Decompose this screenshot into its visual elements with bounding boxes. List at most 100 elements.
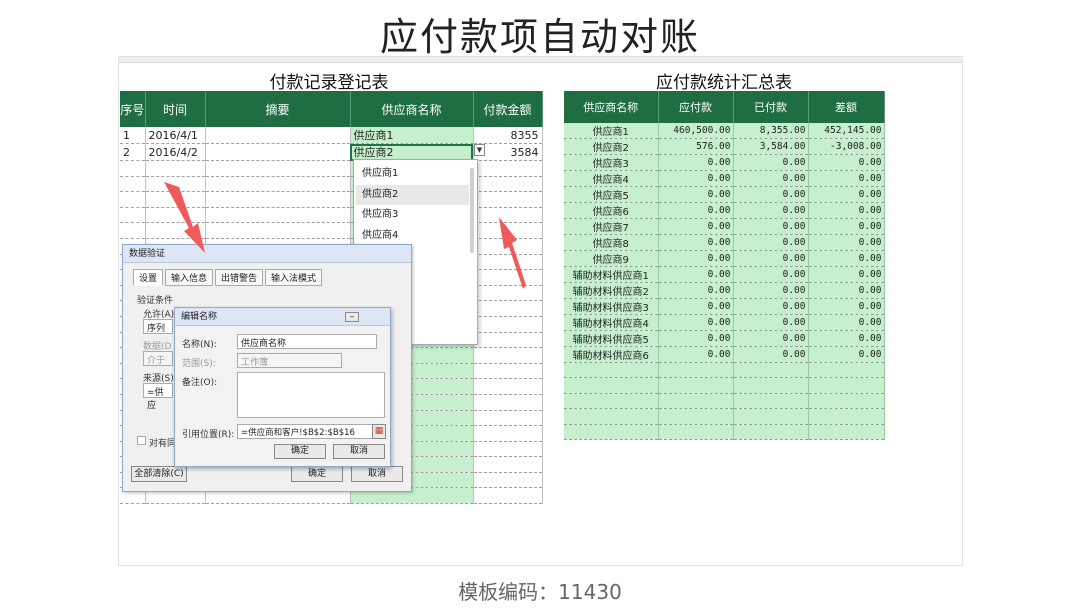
cell[interactable]: 0.00 <box>733 202 809 219</box>
cell[interactable]: 0.00 <box>808 186 885 203</box>
cell[interactable]: 0.00 <box>658 218 734 235</box>
cell[interactable] <box>733 377 809 394</box>
cell[interactable] <box>808 424 885 440</box>
minimize-icon[interactable]: – <box>345 312 359 322</box>
cell[interactable] <box>473 363 543 380</box>
cell[interactable]: 0.00 <box>733 250 809 267</box>
cell[interactable]: 0.00 <box>733 314 809 331</box>
cell[interactable]: 0.00 <box>808 154 885 171</box>
cell[interactable] <box>808 377 885 394</box>
cell[interactable] <box>205 222 351 239</box>
cell[interactable] <box>120 222 146 239</box>
cell[interactable] <box>473 238 543 255</box>
cell[interactable] <box>733 424 809 440</box>
cell[interactable]: 供应商8 <box>564 234 659 251</box>
cell[interactable] <box>120 207 146 224</box>
cell[interactable]: 供应商1 <box>564 123 659 139</box>
cell[interactable] <box>145 160 206 177</box>
cell[interactable]: 供应商1 <box>350 127 474 144</box>
cell[interactable] <box>473 176 543 193</box>
cell[interactable] <box>473 472 543 489</box>
validation-tab-3[interactable]: 输入法模式 <box>265 269 323 286</box>
name-cancel-button[interactable]: 取消 <box>333 444 385 459</box>
cell[interactable]: 1 <box>120 127 146 144</box>
cell[interactable] <box>205 191 351 208</box>
validation-ok-button[interactable]: 确定 <box>291 466 343 482</box>
cell[interactable]: 0.00 <box>658 314 734 331</box>
cell[interactable] <box>205 160 351 177</box>
cell[interactable] <box>473 222 543 239</box>
clear-all-button[interactable]: 全部清除(C) <box>131 466 187 482</box>
source-input[interactable]: =供应 <box>143 383 173 411</box>
cell[interactable]: 0.00 <box>658 250 734 267</box>
cell[interactable] <box>733 408 809 425</box>
cell[interactable] <box>473 425 543 442</box>
cell[interactable]: 辅助材料供应商5 <box>564 330 659 347</box>
cell[interactable]: 0.00 <box>733 298 809 315</box>
cell[interactable] <box>658 408 734 425</box>
scope-select[interactable]: 工作簿 <box>237 353 342 368</box>
cell[interactable]: 460,500.00 <box>658 123 734 139</box>
cell[interactable]: 0.00 <box>808 170 885 187</box>
cell[interactable] <box>145 207 206 224</box>
cell[interactable] <box>205 176 351 193</box>
cell[interactable]: 0.00 <box>658 282 734 299</box>
cell[interactable] <box>473 394 543 411</box>
cell[interactable]: 0.00 <box>808 266 885 283</box>
cell[interactable] <box>808 362 885 379</box>
cell[interactable] <box>145 176 206 193</box>
cell[interactable] <box>473 316 543 333</box>
cell[interactable]: 辅助材料供应商2 <box>564 282 659 299</box>
dropdown-item[interactable]: 供应商1 <box>356 164 469 185</box>
cell[interactable] <box>658 424 734 440</box>
cell[interactable]: 0.00 <box>808 202 885 219</box>
name-ok-button[interactable]: 确定 <box>274 444 326 459</box>
cell[interactable] <box>808 408 885 425</box>
cell[interactable] <box>120 176 146 193</box>
cell[interactable]: 供应商4 <box>564 170 659 187</box>
cell[interactable]: 2 <box>120 143 146 161</box>
cell[interactable]: 供应商7 <box>564 218 659 235</box>
cell[interactable]: 0.00 <box>658 234 734 251</box>
cell[interactable] <box>120 191 146 208</box>
cell[interactable] <box>733 362 809 379</box>
cell[interactable] <box>205 207 351 224</box>
cell[interactable] <box>473 441 543 458</box>
cell[interactable]: 0.00 <box>808 330 885 347</box>
cell[interactable]: 供应商2 <box>564 138 659 155</box>
cell[interactable] <box>808 393 885 410</box>
cell[interactable] <box>473 300 543 317</box>
cell[interactable]: 8,355.00 <box>733 123 809 139</box>
cell[interactable] <box>658 393 734 410</box>
cell[interactable] <box>473 410 543 427</box>
cell[interactable]: 辅助材料供应商3 <box>564 298 659 315</box>
cell[interactable]: 576.00 <box>658 138 734 155</box>
cell[interactable]: 0.00 <box>733 170 809 187</box>
cell[interactable]: 供应商5 <box>564 186 659 203</box>
cell[interactable]: 0.00 <box>808 282 885 299</box>
cell[interactable]: 0.00 <box>658 330 734 347</box>
cell[interactable]: 0.00 <box>658 186 734 203</box>
cell[interactable]: 0.00 <box>658 298 734 315</box>
cell[interactable]: 辅助材料供应商1 <box>564 266 659 283</box>
comment-textarea[interactable] <box>237 372 385 418</box>
cell[interactable] <box>120 160 146 177</box>
cell[interactable] <box>473 285 543 302</box>
cell[interactable]: 0.00 <box>658 202 734 219</box>
range-select-icon[interactable]: ▦ <box>372 424 386 439</box>
cell[interactable]: 0.00 <box>808 346 885 363</box>
data-select[interactable]: 介于 <box>143 351 173 366</box>
cell[interactable]: 供应商2 <box>350 143 474 161</box>
validation-cancel-button[interactable]: 取消 <box>351 466 403 482</box>
cell[interactable] <box>658 377 734 394</box>
cell[interactable]: 0.00 <box>733 234 809 251</box>
cell[interactable]: 0.00 <box>808 218 885 235</box>
cell[interactable] <box>205 127 351 144</box>
cell[interactable] <box>564 377 659 394</box>
apply-all-checkbox[interactable] <box>137 436 146 445</box>
cell[interactable]: 2016/4/2 <box>145 143 206 161</box>
name-input[interactable]: 供应商名称 <box>237 334 377 349</box>
cell[interactable]: 0.00 <box>658 154 734 171</box>
cell[interactable] <box>145 191 206 208</box>
cell[interactable] <box>473 456 543 473</box>
